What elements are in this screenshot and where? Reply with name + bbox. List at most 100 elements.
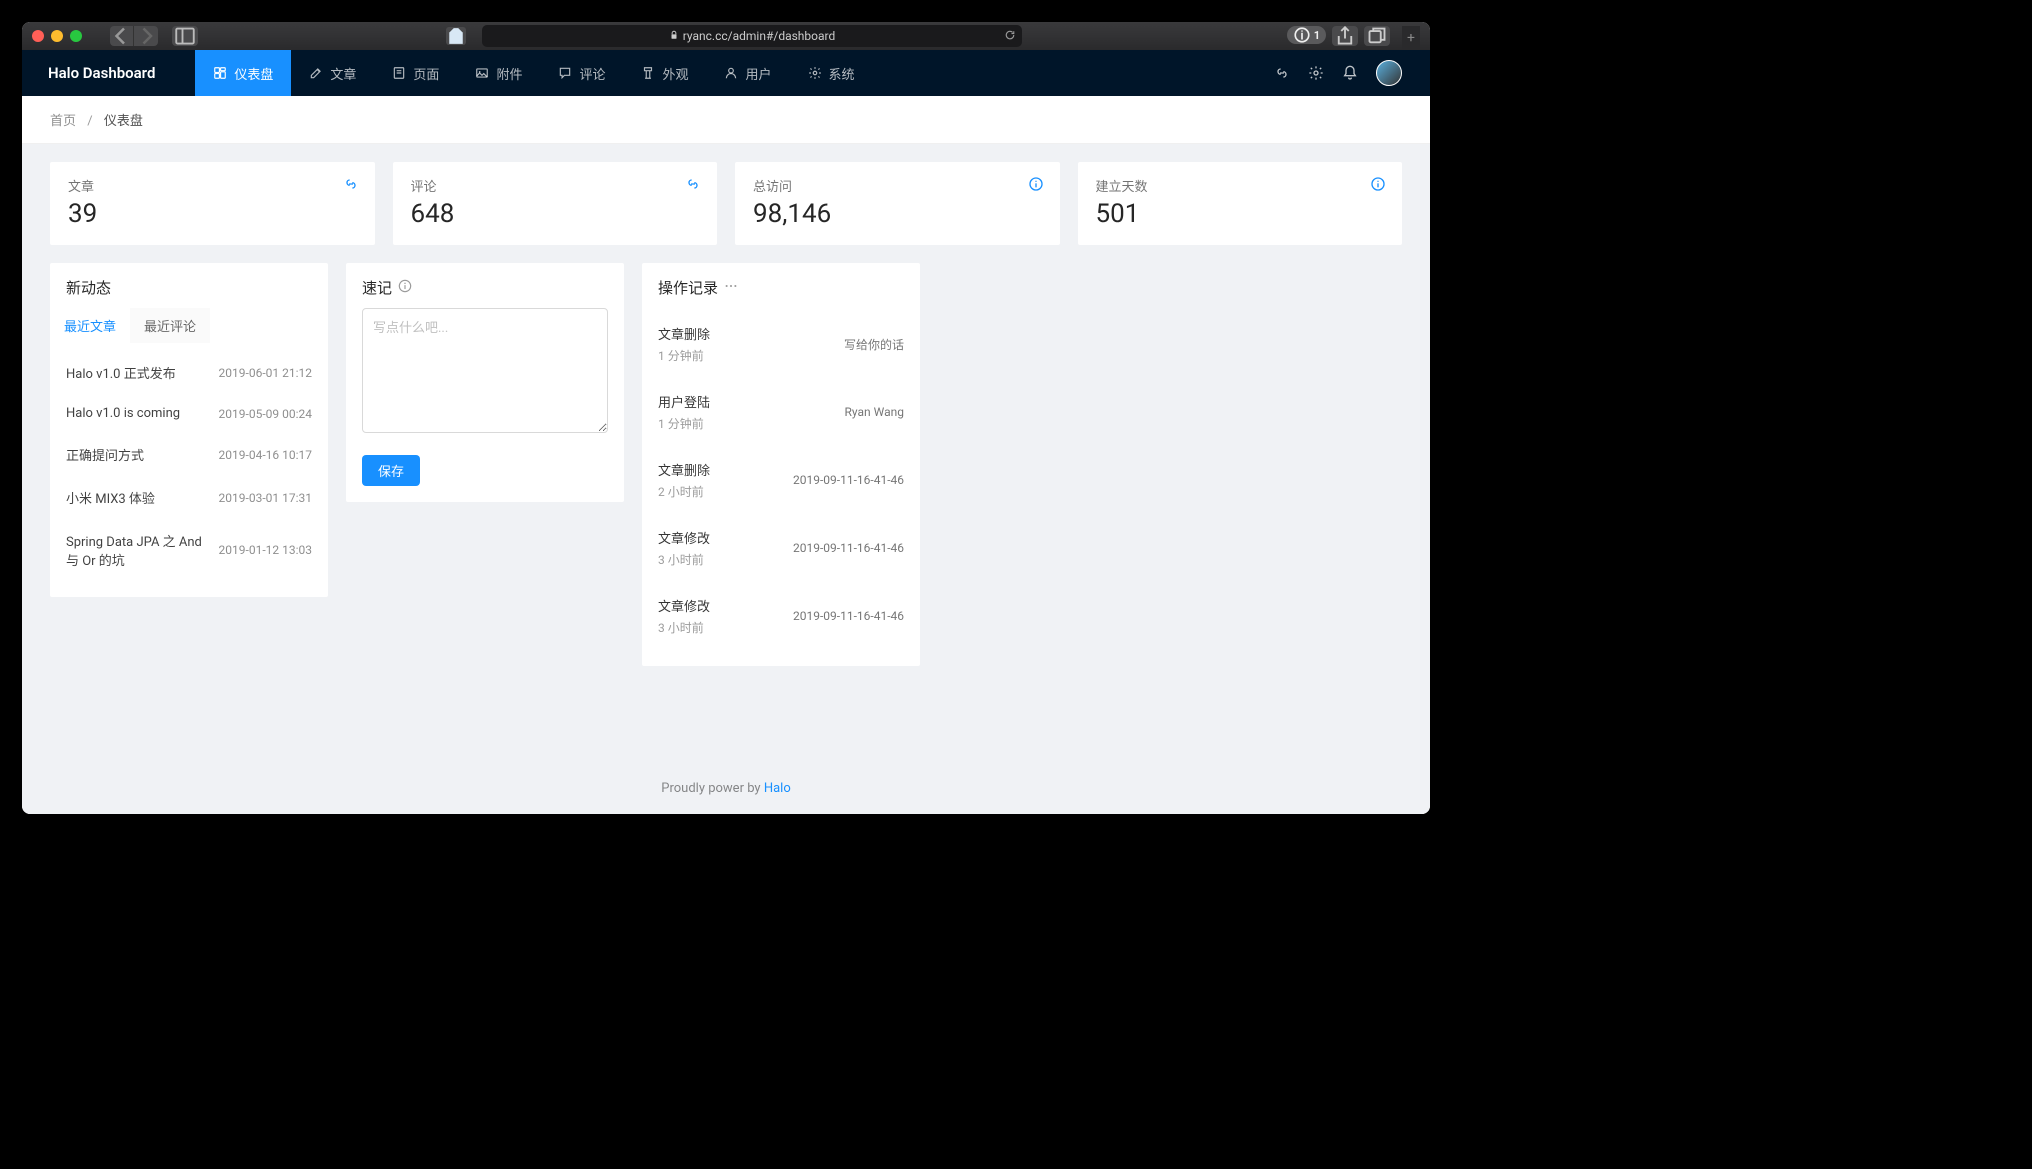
nav-item-label: 文章 [330,64,356,83]
tabs-button[interactable] [1364,26,1390,46]
post-time: 2019-05-09 00:24 [219,407,312,421]
url-bar[interactable]: ryanc.cc/admin#/dashboard [482,25,1022,47]
edit-icon [309,66,323,80]
recent-panel-title: 新动态 [50,263,328,308]
page-icon [392,66,406,80]
list-item[interactable]: 文章修改3 小时前2019-09-11-16-41-46 [658,514,904,582]
stat-label: 建立天数 [1096,176,1385,195]
post-title: 正确提问方式 [66,445,219,464]
new-tab-button[interactable]: + [1402,26,1420,50]
stat-card[interactable]: 总访问 98,146 [735,162,1060,245]
external-link-icon[interactable] [1274,65,1290,81]
nav-item-attachment[interactable]: 附件 [457,50,540,96]
nav-item-label: 用户 [745,64,771,83]
list-item[interactable]: 文章修改3 小时前2019-09-11-16-41-46 [658,582,904,650]
sidebar-toggle-button[interactable] [172,26,198,46]
browser-frame: ryanc.cc/admin#/dashboard 1 + [22,22,1430,814]
log-action: 用户登陆 [658,392,710,411]
stat-label: 文章 [68,176,357,195]
comment-icon [558,66,572,80]
log-time: 1 分钟前 [658,347,710,364]
log-time: 3 小时前 [658,551,710,568]
list-item[interactable]: Halo v1.0 is coming2019-05-09 00:24 [66,394,312,433]
post-time: 2019-06-01 21:12 [219,366,312,380]
post-title: Halo v1.0 正式发布 [66,363,219,382]
list-item[interactable]: 小米 MIX3 体验2019-03-01 17:31 [66,476,312,519]
stat-card[interactable]: 建立天数 501 [1078,162,1403,245]
quicknote-title: 速记 [362,277,392,298]
stat-card[interactable]: 评论648 [393,162,718,245]
footer: Proudly power by Halo [22,763,1430,814]
site-info-button[interactable] [446,27,466,45]
avatar[interactable] [1376,60,1402,86]
footer-text: Proudly power by [661,781,764,796]
info-icon[interactable] [398,279,412,297]
nav-item-label: 系统 [829,64,855,83]
browser-back-button[interactable] [110,26,134,46]
log-action: 文章删除 [658,460,710,479]
window-close-button[interactable] [32,30,44,42]
log-action: 文章删除 [658,324,710,343]
log-meta: 2019-09-11-16-41-46 [793,473,904,487]
tab-item[interactable]: 最近评论 [130,308,210,343]
nav-item-system[interactable]: 系统 [790,50,873,96]
window-zoom-button[interactable] [70,30,82,42]
notification-icon[interactable] [1342,65,1358,81]
post-title: 小米 MIX3 体验 [66,488,219,507]
stat-value: 501 [1096,199,1385,229]
dashboard-icon [213,66,227,80]
stat-card[interactable]: 文章 39 [50,162,375,245]
refresh-icon[interactable] [1004,29,1016,44]
nav-item-appearance[interactable]: 外观 [623,50,706,96]
reader-badge[interactable]: 1 [1287,26,1326,44]
list-item[interactable]: 文章删除2 小时前2019-09-11-16-41-46 [658,446,904,514]
logs-title: 操作记录 [658,277,718,298]
nav-item-page[interactable]: 页面 [374,50,457,96]
list-item[interactable]: 用户登陆1 分钟前Ryan Wang [658,378,904,446]
list-item[interactable]: Halo v1.0 正式发布2019-06-01 21:12 [66,351,312,394]
nav-item-label: 仪表盘 [234,64,273,83]
nav-item-comment[interactable]: 评论 [540,50,623,96]
app-logo[interactable]: Halo Dashboard [22,64,195,82]
nav-item-edit[interactable]: 文章 [291,50,374,96]
nav-item-user[interactable]: 用户 [706,50,789,96]
window-minimize-button[interactable] [51,30,63,42]
nav-item-label: 评论 [579,64,605,83]
footer-link[interactable]: Halo [764,781,791,796]
save-button[interactable]: 保存 [362,455,420,486]
share-button[interactable] [1332,26,1358,46]
browser-forward-button[interactable] [134,26,158,46]
list-item[interactable]: 文章删除 1 分钟前 写给你的话 [658,310,904,378]
top-nav: Halo Dashboard 仪表盘 文章页面附件 评论外观 用户 系统 [22,50,1430,96]
attachment-icon [475,66,489,80]
log-time: 3 小时前 [658,619,710,636]
log-action: 文章修改 [658,596,710,615]
log-time: 1 分钟前 [658,415,710,432]
list-item[interactable]: 正确提问方式2019-04-16 10:17 [66,433,312,476]
quicknote-input[interactable] [362,308,608,433]
tab-item[interactable]: 最近文章 [50,308,130,343]
breadcrumb-home[interactable]: 首页 [50,114,76,129]
link-icon[interactable] [685,176,701,192]
stat-value: 98,146 [753,199,1042,229]
breadcrumb-separator: / [87,114,92,129]
browser-titlebar: ryanc.cc/admin#/dashboard 1 + [22,22,1430,50]
stat-label: 评论 [411,176,700,195]
post-time: 2019-01-12 13:03 [219,543,312,557]
post-title: Halo v1.0 is coming [66,406,219,421]
nav-item-dashboard[interactable]: 仪表盘 [195,50,291,96]
post-time: 2019-03-01 17:31 [219,491,312,505]
list-item[interactable]: Spring Data JPA 之 And 与 Or 的坑2019-01-12 … [66,519,312,581]
main-content: 文章 39 评论648 总访问 98,146 建立天数 501 新动态 最近文章最近评论 H… [22,144,1430,763]
info-icon[interactable] [1028,176,1044,192]
info-icon[interactable] [1370,176,1386,192]
more-icon[interactable] [724,279,738,297]
stat-label: 总访问 [753,176,1042,195]
quicknote-panel: 速记 保存 [346,263,624,502]
link-icon[interactable] [343,176,359,192]
user-icon [724,66,738,80]
stat-value: 39 [68,199,357,229]
log-meta: 写给你的话 [844,336,904,353]
settings-icon[interactable] [1308,65,1324,81]
lock-icon [669,30,679,43]
